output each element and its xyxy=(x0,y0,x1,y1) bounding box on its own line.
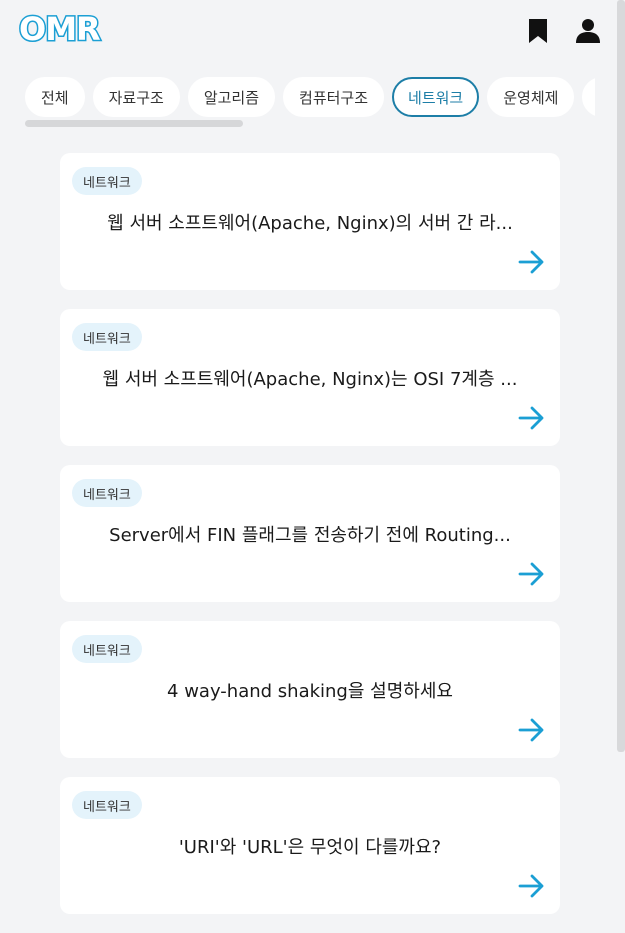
category-badge: 네트워크 xyxy=(72,635,142,663)
tab-category[interactable]: 자료구조 xyxy=(92,77,180,117)
question-card[interactable]: 네트워크 'URI'와 'URL'은 무엇이 다를까요? xyxy=(60,777,560,914)
question-card[interactable]: 네트워크웹 서버 소프트웨어(Apache, Nginx)의 서버 간 라... xyxy=(60,153,560,290)
tab-category[interactable]: 데이 xyxy=(582,77,595,117)
arrow-right-icon[interactable] xyxy=(518,717,546,743)
tab-category[interactable]: 알고리즘 xyxy=(187,77,276,117)
arrow-right-icon[interactable] xyxy=(518,405,546,431)
omr-logo[interactable]: OMR xyxy=(17,10,107,46)
question-text: 'URI'와 'URL'은 무엇이 다를까요? xyxy=(178,837,442,858)
question-card[interactable]: 네트워크 4 way-hand shaking을 설명하세요 xyxy=(60,621,560,758)
arrow-right-icon[interactable] xyxy=(518,873,546,899)
tab-category[interactable]: 컴퓨터구조 xyxy=(283,77,385,117)
arrow-right-icon[interactable] xyxy=(518,561,546,587)
app-header: OMR xyxy=(0,0,625,60)
question-card[interactable]: 네트워크 Server에서 FIN 플래그를 전송하기 전에 Routing... xyxy=(60,465,560,602)
tab-category[interactable]: 네트워크 xyxy=(392,77,480,117)
category-badge: 네트워크 xyxy=(72,479,142,507)
question-text: Server에서 FIN 플래그를 전송하기 전에 Routing... xyxy=(109,525,511,546)
tab-category[interactable]: 운영체제 xyxy=(487,77,575,117)
question-card[interactable]: 네트워크웹 서버 소프트웨어(Apache, Nginx)는 OSI 7계층 .… xyxy=(60,309,560,446)
page-scrollbar[interactable] xyxy=(617,0,625,752)
tabs-scrollbar[interactable] xyxy=(25,120,243,127)
category-badge: 네트워크 xyxy=(72,167,142,195)
question-text: 웹 서버 소프트웨어(Apache, Nginx)는 OSI 7계층 ... xyxy=(102,369,518,390)
user-icon[interactable] xyxy=(572,14,604,48)
category-tabs: 전체자료구조알고리즘컴퓨터구조네트워크운영체제데이 xyxy=(25,75,595,123)
question-text: 4 way-hand shaking을 설명하세요 xyxy=(167,681,453,702)
category-badge: 네트워크 xyxy=(72,323,142,351)
question-list: 네트워크 웹 서버 소프트웨어(Apache, Nginx)의 서버 간 라...… xyxy=(60,153,560,933)
arrow-right-icon[interactable] xyxy=(518,249,546,275)
tab-category[interactable]: 전체 xyxy=(25,77,85,117)
svg-text:OMR: OMR xyxy=(19,10,100,46)
question-text: 웹 서버 소프트웨어(Apache, Nginx)의 서버 간 라... xyxy=(107,213,513,234)
bookmark-icon[interactable] xyxy=(522,14,554,48)
category-badge: 네트워크 xyxy=(72,791,142,819)
